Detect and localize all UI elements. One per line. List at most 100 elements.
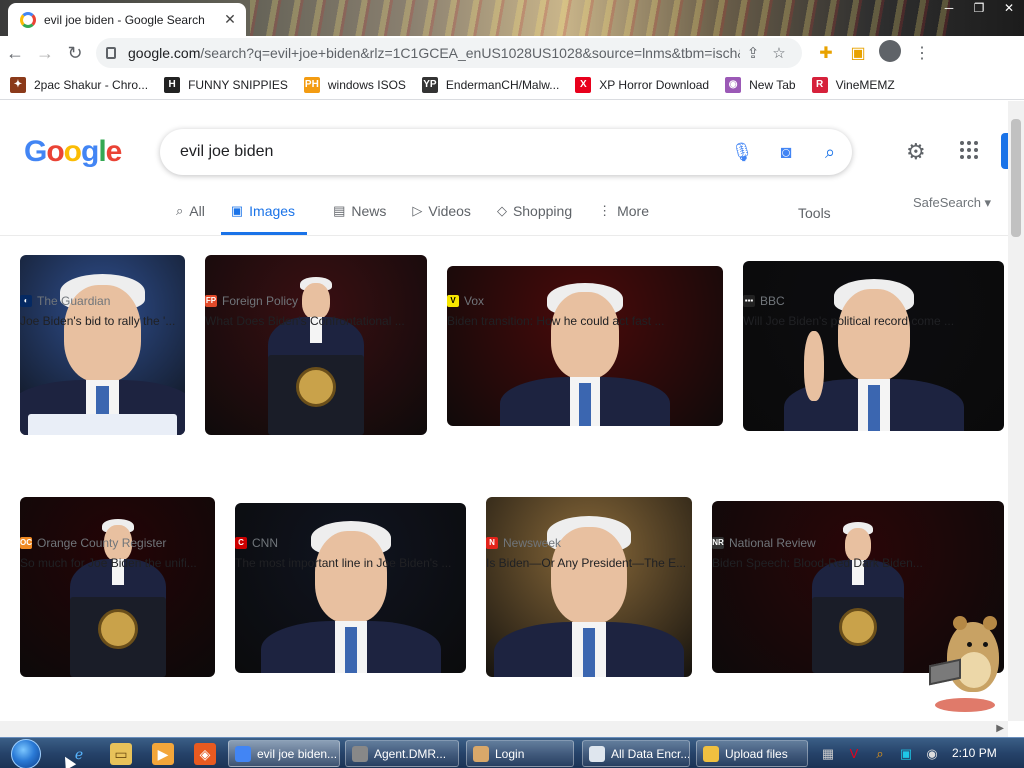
tray-app-icon[interactable]: ▦: [815, 746, 841, 762]
tie: [582, 628, 596, 677]
vertical-scrollbar[interactable]: [1008, 101, 1024, 721]
tools-button[interactable]: Tools: [798, 205, 831, 221]
share-icon[interactable]: ⇪: [740, 44, 766, 62]
side-panel-icon[interactable]: ▣: [842, 43, 874, 63]
settings-gear-icon[interactable]: ⚙: [906, 139, 926, 165]
head: [314, 531, 387, 623]
tab-label: Shopping: [512, 203, 573, 219]
tab-all[interactable]: ⌕ All: [176, 199, 205, 235]
close-window-button[interactable]: ✕: [994, 0, 1024, 18]
scrollbar-thumb[interactable]: [1011, 119, 1021, 237]
back-button[interactable]: ←: [0, 38, 30, 68]
google-logo[interactable]: Google: [24, 135, 122, 169]
tray-monitor-icon[interactable]: ▣: [893, 746, 919, 762]
result-title[interactable]: Biden transition: How he could act fast …: [447, 314, 739, 328]
bookmark-item[interactable]: ✦ 2pac Shakur - Chro...: [10, 76, 148, 93]
bookmark-item[interactable]: R VineMEMZ: [811, 76, 895, 93]
result-source[interactable]: ◐ The Guardian: [20, 294, 110, 308]
upload-icon: [703, 745, 719, 762]
presidential-seal-icon: [296, 367, 336, 407]
result-thumbnail[interactable]: [743, 261, 1004, 431]
result-title[interactable]: Biden Speech: Blood-Red Dark Biden...: [712, 556, 1008, 570]
result-title[interactable]: Joe Biden's bid to rally the '...: [20, 314, 201, 328]
result-thumbnail[interactable]: [447, 266, 723, 426]
restore-button[interactable]: ❐: [964, 0, 994, 18]
tab-more[interactable]: ⋮ More: [598, 199, 649, 235]
result-source[interactable]: NR National Review: [712, 536, 816, 550]
bookmark-item[interactable]: H FUNNY SNIPPIES: [164, 76, 288, 93]
result-thumbnail[interactable]: [20, 497, 215, 677]
tab-close-icon[interactable]: ✕: [222, 11, 238, 28]
source-name: Foreign Policy: [222, 294, 299, 308]
tray-search-icon[interactable]: ⌕: [867, 746, 893, 762]
profile-button[interactable]: [874, 39, 906, 67]
tab-videos[interactable]: ▷ Videos: [412, 199, 471, 235]
search-icon[interactable]: ⌕: [808, 142, 852, 163]
bookmark-item[interactable]: YP EndermanCH/Malw...: [421, 76, 559, 93]
bookmark-item[interactable]: ◉ New Tab: [725, 76, 796, 93]
result-thumbnail[interactable]: [235, 503, 466, 673]
tab-title: evil joe biden - Google Search: [44, 12, 205, 27]
result-thumbnail[interactable]: [205, 255, 427, 435]
result-source[interactable]: ▪▪▪ BBC: [743, 294, 785, 308]
result-source[interactable]: N Newsweek: [486, 536, 561, 550]
tray-v-icon[interactable]: V: [841, 746, 867, 761]
forward-button[interactable]: →: [30, 38, 60, 68]
search-box[interactable]: evil joe biden 🎙 ◙ ⌕: [160, 129, 852, 175]
head: [551, 292, 619, 379]
tab-icon: ▷: [412, 203, 423, 218]
source-name: National Review: [729, 536, 816, 550]
taskbar-button[interactable]: Upload files: [696, 740, 808, 767]
bookmark-item[interactable]: PH windows ISOS: [303, 76, 406, 93]
chrome-menu-icon[interactable]: ⋮: [906, 43, 938, 63]
result-source[interactable]: V Vox: [447, 294, 484, 308]
taskbar-clock[interactable]: 2:10 PM: [952, 746, 997, 760]
result-source[interactable]: C CNN: [235, 536, 278, 550]
hamster-desktop-pet[interactable]: [925, 612, 1005, 730]
taskbar-button[interactable]: Agent.DMR...: [345, 740, 459, 767]
result-title[interactable]: Will Joe Biden's political record come .…: [743, 314, 1008, 328]
microphone-icon[interactable]: 🎙: [720, 142, 764, 163]
result-title[interactable]: What Does Biden's Confrontational ...: [205, 314, 443, 328]
window-controls: ─ ❐ ✕: [934, 0, 1024, 18]
start-button[interactable]: [6, 738, 46, 768]
taskbar-button-label: Upload files: [725, 746, 788, 761]
taskbar-button[interactable]: All Data Encr...: [582, 740, 690, 767]
result-title[interactable]: The most important line in Joe Biden's .…: [235, 556, 482, 570]
result-source[interactable]: OC Orange County Register: [20, 536, 166, 550]
reload-button[interactable]: ↻: [60, 38, 90, 68]
browser-tab-active[interactable]: evil joe biden - Google Search ✕: [8, 3, 246, 36]
result-title[interactable]: Is Biden—Or Any President—The E...: [486, 556, 708, 570]
apps-grid-icon[interactable]: [958, 139, 980, 161]
horizontal-scrollbar[interactable]: ▶: [0, 721, 1008, 737]
bookmark-item[interactable]: X XP Horror Download: [575, 76, 709, 93]
x-icon: X: [575, 76, 592, 93]
safesearch-dropdown[interactable]: SafeSearch ▾: [913, 195, 991, 211]
tab-news[interactable]: ▤ News: [333, 199, 386, 235]
firefox-icon[interactable]: ◈: [194, 743, 216, 765]
tab-images[interactable]: ▣ Images: [220, 199, 308, 235]
media-player-icon[interactable]: ▶: [152, 743, 174, 765]
result-thumbnail[interactable]: [20, 255, 185, 435]
windows-taskbar: ℯ ▭ ▶ ◈ evil joe biden... Agent.DMR... Log…: [0, 737, 1024, 768]
tray-volume-icon[interactable]: ◉: [919, 746, 945, 762]
address-bar[interactable]: google.com/search?q=evil+joe+biden&rlz=1…: [96, 38, 802, 68]
source-favicon-icon: OC: [20, 537, 32, 549]
result-thumbnail[interactable]: [486, 497, 692, 677]
result-title[interactable]: So much for Joe Biden the unifi...: [20, 556, 231, 570]
file-explorer-icon[interactable]: ▭: [110, 743, 132, 765]
lock-icon[interactable]: [106, 47, 116, 59]
search-tabs: ⌕ All ▣ Images ▤ News ▷ Videos ◇ Shopping ⋮ More: [176, 199, 675, 235]
taskbar-button[interactable]: Login: [466, 740, 574, 767]
sign-in-button[interactable]: [1001, 133, 1008, 169]
taskbar-button[interactable]: evil joe biden...: [228, 740, 340, 767]
bookmark-star-icon[interactable]: ☆: [766, 44, 792, 62]
tab-shopping[interactable]: ◇ Shopping: [497, 199, 572, 235]
lens-camera-icon[interactable]: ◙: [764, 142, 808, 163]
extensions-icon[interactable]: ✚: [810, 43, 842, 63]
result-source[interactable]: FP Foreign Policy: [205, 294, 298, 308]
url-text[interactable]: google.com/search?q=evil+joe+biden&rlz=1…: [128, 45, 740, 61]
search-input[interactable]: evil joe biden: [180, 143, 720, 161]
bookmarks-bar: ✦ 2pac Shakur - Chro... H FUNNY SNIPPIES PH w…: [0, 70, 1024, 100]
minimize-button[interactable]: ─: [934, 0, 964, 18]
